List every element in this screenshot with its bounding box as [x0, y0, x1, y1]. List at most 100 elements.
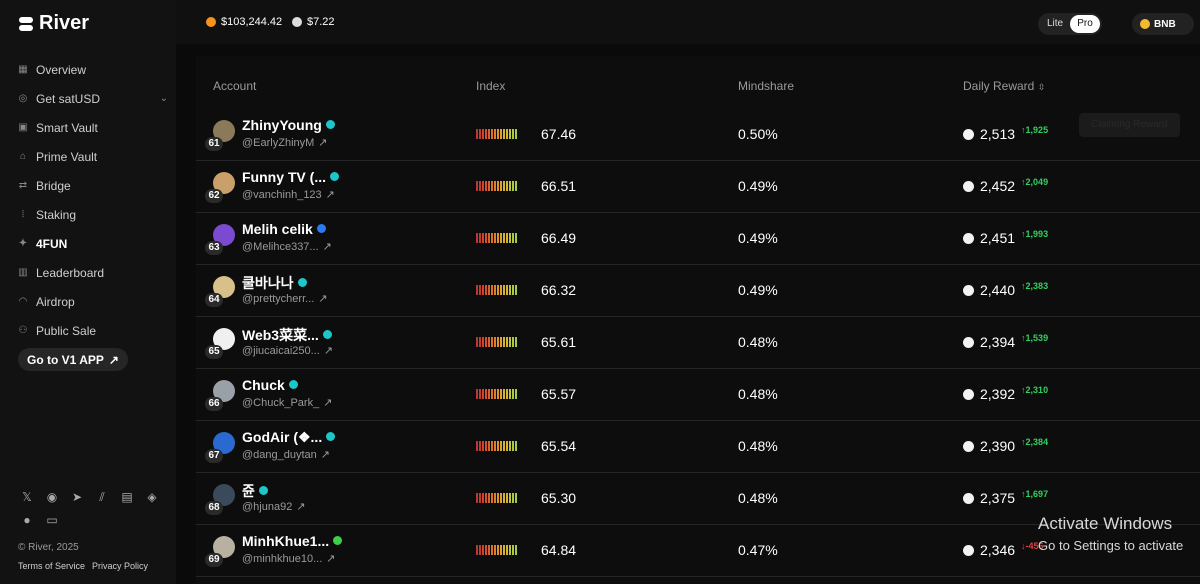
account-handle[interactable]: @minhkhue10... ↗ — [242, 552, 335, 565]
account-name[interactable]: Web3菜菜... — [242, 325, 332, 345]
go-to-v1-button[interactable]: Go to V1 APP ↗ — [18, 348, 128, 371]
account-name[interactable]: ZhinyYoung — [242, 117, 335, 133]
index-bar-segment — [479, 181, 481, 191]
sidebar-item-bridge[interactable]: ⇄ Bridge — [18, 171, 168, 200]
index-bar-segment — [479, 285, 481, 295]
table-row[interactable]: 63 Melih celik @Melihce337... ↗ 66.49 0.49% 2,… — [196, 213, 1200, 265]
sidebar-item-airdrop[interactable]: ◠ Airdrop — [18, 287, 168, 316]
account-name[interactable]: 쿨바나나 — [242, 273, 307, 293]
lite-mode-option[interactable]: Lite — [1040, 15, 1070, 33]
sidebar-item-public-sale[interactable]: ⚇ Public Sale — [18, 316, 168, 345]
index-bar-segment — [503, 285, 505, 295]
table-row[interactable]: 62 Funny TV (... @vanchinh_123 ↗ 66.51 0.49% 2… — [196, 161, 1200, 213]
index-bar-segment — [509, 129, 511, 139]
bnb-icon — [1140, 19, 1150, 29]
account-handle[interactable]: @hjuna92 ↗ — [242, 500, 306, 513]
github-icon[interactable]: ● — [20, 513, 34, 527]
index-bar-segment — [500, 545, 502, 555]
index-bar — [476, 337, 534, 347]
index-bar-segment — [497, 337, 499, 347]
chevron-down-icon[interactable]: ⌄ — [160, 93, 168, 104]
account-name[interactable]: MinhKhue1... — [242, 533, 343, 549]
river-token-icon — [963, 232, 974, 244]
sidebar-item-overview[interactable]: ▦ Overview — [18, 55, 168, 84]
social-links: 𝕏 ◉ ➤ ⫽ ▤ ◈ ● ▭ — [20, 490, 160, 527]
vault-icon: ▣ — [18, 121, 28, 133]
privacy-link[interactable]: Privacy Policy — [92, 561, 148, 571]
discord-icon[interactable]: ◉ — [45, 490, 59, 504]
index-bar-segment — [485, 181, 487, 191]
sidebar-item-staking[interactable]: ⦙ Staking — [18, 200, 168, 229]
account-name[interactable]: Funny TV (... — [242, 169, 339, 185]
river-token-icon — [963, 388, 974, 400]
index-bar-segment — [509, 389, 511, 399]
index-bar-segment — [476, 441, 478, 451]
leaderboard-table: Account Index Mindshare Daily Reward ⇳ C… — [196, 56, 1200, 584]
account-handle[interactable]: @vanchinh_123 ↗ — [242, 188, 335, 201]
index-bar-segment — [506, 233, 508, 243]
x-icon[interactable]: 𝕏 — [20, 490, 34, 504]
index-bar-segment — [497, 545, 499, 555]
table-row[interactable]: 61 ZhinyYoung @EarlyZhinyM ↗ 67.46 0.50% 2,513… — [196, 109, 1200, 161]
chain-selector[interactable]: BNB — [1132, 13, 1194, 35]
sidebar-item-label: Get satUSD — [36, 91, 101, 106]
reward-delta: ↑2,310 — [1021, 385, 1049, 395]
index-bar-segment — [515, 441, 517, 451]
docs-icon[interactable]: ▤ — [120, 490, 134, 504]
layers-icon[interactable]: ◈ — [145, 490, 159, 504]
index-bar — [476, 389, 534, 399]
rank-badge: 61 — [205, 137, 223, 151]
table-row[interactable]: 65 Web3菜菜... @jiucaicai250... ↗ 65.61 0.48% 2,… — [196, 317, 1200, 369]
table-row[interactable]: 64 쿨바나나 @prettycherr... ↗ 66.32 0.49% 2,440 ↑2,… — [196, 265, 1200, 317]
pro-mode-option[interactable]: Pro — [1070, 15, 1100, 33]
account-handle[interactable]: @EarlyZhinyM ↗ — [242, 136, 328, 149]
account-handle-text: @minhkhue10... — [242, 553, 323, 565]
mode-toggle[interactable]: Lite Pro — [1038, 13, 1102, 35]
chain-label: BNB — [1154, 18, 1176, 30]
account-handle[interactable]: @prettycherr... ↗ — [242, 292, 328, 305]
chart-up-icon: ⦙ — [21, 208, 25, 220]
index-bar-segment — [512, 337, 514, 347]
header-account: Account — [213, 79, 257, 93]
account-handle[interactable]: @jiucaicai250... ↗ — [242, 344, 333, 357]
index-bar-segment — [506, 389, 508, 399]
index-bar-segment — [485, 129, 487, 139]
account-handle[interactable]: @Chuck_Park_ ↗ — [242, 396, 332, 409]
sidebar-item-get-satusd[interactable]: ◎ Get satUSD ⌄ — [18, 84, 168, 113]
account-name[interactable]: Chuck — [242, 377, 298, 393]
rank-badge: 63 — [205, 241, 223, 255]
index-bar-segment — [497, 441, 499, 451]
index-bar-segment — [482, 545, 484, 555]
sidebar-item-leaderboard[interactable]: ▥ Leaderboard — [18, 258, 168, 287]
rank-badge: 68 — [205, 501, 223, 515]
mirror-icon[interactable]: ⫽ — [95, 490, 109, 504]
scroll-icon[interactable]: ▭ — [45, 513, 59, 527]
account-handle[interactable]: @Melihce337... ↗ — [242, 240, 332, 253]
header-daily-reward[interactable]: Daily Reward ⇳ — [963, 79, 1045, 93]
index-bar-segment — [500, 181, 502, 191]
index-bar-segment — [500, 441, 502, 451]
index-bar-segment — [479, 337, 481, 347]
sidebar-item-prime-vault[interactable]: ⌂ Prime Vault — [18, 142, 168, 171]
mindshare-value: 0.48% — [738, 490, 778, 506]
index-bar-segment — [488, 285, 490, 295]
index-bar-segment — [482, 233, 484, 243]
verified-icon — [297, 278, 307, 287]
account-handle-text: @EarlyZhinyM — [242, 137, 315, 149]
sidebar-item-4fun[interactable]: ✦ 4FUN — [18, 229, 168, 258]
river-logo[interactable]: River — [17, 12, 89, 35]
river-token-icon — [963, 544, 974, 556]
account-name[interactable]: GodAir (❖... — [242, 429, 336, 446]
table-row[interactable]: 66 Chuck @Chuck_Park_ ↗ 65.57 0.48% 2,392 ↑2,31… — [196, 369, 1200, 421]
table-row[interactable]: 67 GodAir (❖... @dang_duytan ↗ 65.54 0.48% 2,3… — [196, 421, 1200, 473]
terms-link[interactable]: Terms of Service — [18, 561, 85, 571]
telegram-icon[interactable]: ➤ — [70, 490, 84, 504]
btc-price: $103,244.42 — [206, 16, 282, 28]
account-name-text: ZhinyYoung — [242, 117, 322, 133]
account-name[interactable]: 쥰 — [242, 481, 268, 501]
sidebar-item-smart-vault[interactable]: ▣ Smart Vault — [18, 113, 168, 142]
index-bar-segment — [488, 233, 490, 243]
account-handle[interactable]: @dang_duytan ↗ — [242, 448, 330, 461]
account-name[interactable]: Melih celik — [242, 221, 326, 237]
sidebar: River ▦ Overview ◎ Get satUSD ⌄ ▣ Smart Vault ⌂… — [0, 0, 176, 584]
